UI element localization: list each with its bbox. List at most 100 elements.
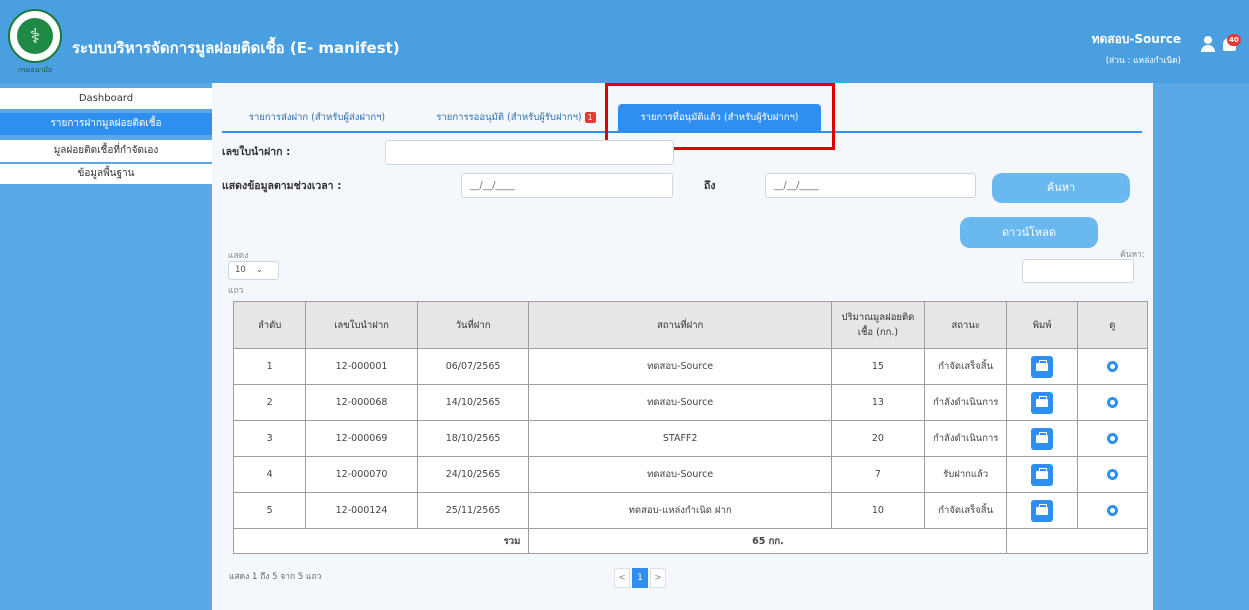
search-button[interactable]: ค้นหา <box>992 173 1130 203</box>
page-size-select[interactable]: 10 ⌄ <box>228 261 279 280</box>
cell-no: 4 <box>232 456 307 493</box>
cell-date: 24/10/2565 <box>416 456 530 493</box>
cell-no: 2 <box>232 384 307 421</box>
cell-view <box>1076 492 1149 529</box>
date-range-label: แสดงข้อมูลตามช่วงเวลา : <box>222 180 342 192</box>
cell-doc: 12-000069 <box>305 420 418 457</box>
table-info: แสดง 1 ถึง 5 จาก 5 แถว <box>229 572 322 582</box>
cell-place: ทดสอบ-Source <box>528 384 832 421</box>
eye-icon[interactable] <box>1106 505 1118 516</box>
cell-print <box>1006 384 1078 421</box>
table-header-row: ลำดับ เลขใบนำฝาก วันที่ฝาก สถานที่ฝาก ปร… <box>232 301 1149 349</box>
tab-approved[interactable]: รายการที่อนุมัติแล้ว (สำหรับผู้รับฝากฯ) <box>618 104 821 132</box>
download-button[interactable]: ดาวน์โหลด <box>960 217 1098 248</box>
doc-number-label: เลขใบนำฝาก : <box>222 146 291 158</box>
print-icon[interactable] <box>1031 463 1054 486</box>
cell-print <box>1006 420 1078 457</box>
cell-status: กำลังดำเนินการ <box>923 420 1008 457</box>
col-qty: ปริมาณมูลฝอยติดเชื้อ (กก.) <box>830 301 925 349</box>
user-info[interactable]: ทดสอบ-Source (ส่วน : แหล่งกำเนิด) <box>1092 30 1181 67</box>
cell-qty: 10 <box>830 492 925 529</box>
cell-doc: 12-000070 <box>305 456 418 493</box>
page-1-button[interactable]: 1 <box>632 568 648 588</box>
logo-text: กรมอนามัย <box>17 66 53 74</box>
app-title: ระบบบริหารจัดการมูลฝอยติดเชื้อ (E- manif… <box>72 39 400 57</box>
col-print: พิมพ์ <box>1006 301 1078 349</box>
tab-sent[interactable]: รายการส่งฝาก (สำหรับผู้ส่งฝากฯ) <box>222 104 412 132</box>
sidebar-item-deposit-list[interactable]: รายการฝากมูลฝอยติดเชื้อ <box>0 113 212 135</box>
doc-number-input[interactable] <box>385 140 674 165</box>
user-icon[interactable] <box>1200 36 1216 52</box>
right-margin <box>1153 83 1249 610</box>
tabs-underline <box>222 131 1142 133</box>
chevron-down-icon: ⌄ <box>255 265 263 275</box>
cell-view <box>1076 348 1149 385</box>
table-row: 4 12-000070 24/10/2565 ทดสอบ-Source 7 รั… <box>232 456 1149 493</box>
cell-qty: 15 <box>830 348 925 385</box>
cell-doc: 12-000068 <box>305 384 418 421</box>
cell-qty: 13 <box>830 384 925 421</box>
logo: ⚕ กรมอนามัย <box>8 9 62 79</box>
notification-badge: 40 <box>1227 34 1241 46</box>
prev-page-button[interactable]: < <box>614 568 630 588</box>
cell-status: กำจัดเสร็จสิ้น <box>923 348 1008 385</box>
date-to-label: ถึง <box>704 180 716 192</box>
cell-place: ทดสอบ-แหล่งกำเนิด ฝาก <box>528 492 832 529</box>
tab-pending[interactable]: รายการรออนุมัติ (สำหรับผู้รับฝากฯ) 1 <box>427 104 605 132</box>
notification-bell-icon[interactable]: 40 <box>1220 34 1241 54</box>
sidebar: Dashboard รายการฝากมูลฝอยติดเชื้อ มูลฝอย… <box>0 83 212 610</box>
cell-date: 25/11/2565 <box>416 492 530 529</box>
cell-view <box>1076 456 1149 493</box>
approved-table: ลำดับ เลขใบนำฝาก วันที่ฝาก สถานที่ฝาก ปร… <box>232 301 1149 554</box>
show-label: แสดง <box>228 251 249 261</box>
cell-date: 06/07/2565 <box>416 348 530 385</box>
eye-icon[interactable] <box>1106 361 1118 372</box>
cell-view <box>1076 420 1149 457</box>
table-row: 2 12-000068 14/10/2565 ทดสอบ-Source 13 ก… <box>232 384 1149 421</box>
cell-status: กำจัดเสร็จสิ้น <box>923 492 1008 529</box>
col-view: ดู <box>1076 301 1149 349</box>
cell-no: 1 <box>232 348 307 385</box>
pending-badge: 1 <box>584 112 596 123</box>
table-search-input[interactable] <box>1022 259 1134 283</box>
cell-date: 14/10/2565 <box>416 384 530 421</box>
rows-label: แถว <box>228 286 244 296</box>
print-icon[interactable] <box>1031 391 1054 414</box>
print-icon[interactable] <box>1031 355 1054 378</box>
date-to-input[interactable]: __/__/____ <box>765 173 976 198</box>
col-date: วันที่ฝาก <box>416 301 530 349</box>
date-from-input[interactable]: __/__/____ <box>461 173 673 198</box>
cell-qty: 20 <box>830 420 925 457</box>
print-icon[interactable] <box>1031 499 1054 522</box>
cell-view <box>1076 384 1149 421</box>
cell-print <box>1006 492 1078 529</box>
table-row: 1 12-000001 06/07/2565 ทดสอบ-Source 15 ก… <box>232 348 1149 385</box>
sidebar-item-dashboard[interactable]: Dashboard <box>0 88 212 109</box>
cell-no: 5 <box>232 492 307 529</box>
top-header: ⚕ กรมอนามัย ระบบบริหารจัดการมูลฝอยติดเชื… <box>0 0 1249 83</box>
next-page-button[interactable]: > <box>650 568 666 588</box>
eye-icon[interactable] <box>1106 469 1118 480</box>
cell-date: 18/10/2565 <box>416 420 530 457</box>
sidebar-item-self-disposal[interactable]: มูลฝอยติดเชื้อที่กำจัดเอง <box>0 140 212 162</box>
col-place: สถานที่ฝาก <box>528 301 832 349</box>
cell-no: 3 <box>232 420 307 457</box>
print-icon[interactable] <box>1031 427 1054 450</box>
col-no: ลำดับ <box>232 301 307 349</box>
eye-icon[interactable] <box>1106 397 1118 408</box>
total-row: รวม 65 กก. <box>232 528 1148 554</box>
main-content: รายการส่งฝาก (สำหรับผู้ส่งฝากฯ) รายการรอ… <box>212 83 1153 610</box>
col-doc: เลขใบนำฝาก <box>305 301 418 349</box>
table-row: 3 12-000069 18/10/2565 STAFF2 20 กำลังดำ… <box>232 420 1149 457</box>
total-label: รวม <box>232 528 530 554</box>
cell-doc: 12-000124 <box>305 492 418 529</box>
cell-status: รับฝากแล้ว <box>923 456 1008 493</box>
cell-place: ทดสอบ-Source <box>528 456 832 493</box>
sidebar-item-basic-data[interactable]: ข้อมูลพื้นฐาน <box>0 164 212 184</box>
cell-print <box>1006 348 1078 385</box>
eye-icon[interactable] <box>1106 433 1118 444</box>
col-status: สถานะ <box>923 301 1008 349</box>
cell-place: ทดสอบ-Source <box>528 348 832 385</box>
table-row: 5 12-000124 25/11/2565 ทดสอบ-แหล่งกำเนิด… <box>232 492 1149 529</box>
caduceus-icon: ⚕ <box>17 18 53 54</box>
